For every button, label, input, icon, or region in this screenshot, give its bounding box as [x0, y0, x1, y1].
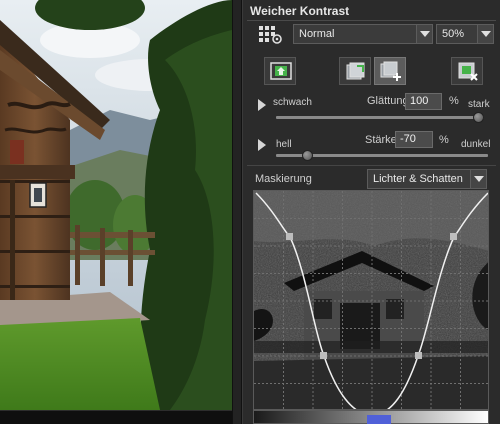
strength-unit: %	[439, 134, 449, 146]
tonal-range-marker[interactable]	[367, 415, 391, 424]
photo-preview	[0, 0, 232, 410]
chevron-down-icon	[416, 25, 432, 43]
smoothing-right-label: stark	[468, 99, 490, 110]
presets-button[interactable]	[256, 24, 288, 46]
grid-presets-icon	[259, 26, 282, 44]
smoothing-slider-track[interactable]	[276, 116, 484, 119]
strength-left-label: hell	[276, 139, 292, 150]
expand-strength-icon[interactable]	[258, 139, 266, 151]
photo-status-strip	[0, 410, 232, 424]
smoothing-label: Glättung	[367, 95, 409, 107]
curve-point[interactable]	[450, 233, 457, 240]
add-layer-button[interactable]	[374, 57, 406, 85]
masking-label: Maskierung	[255, 173, 312, 185]
masking-curve-editor[interactable]	[253, 190, 489, 410]
smoothing-slider-knob[interactable]	[473, 112, 484, 123]
curve-point[interactable]	[415, 352, 422, 359]
strength-label: Stärke	[365, 134, 397, 146]
blend-mode-value: Normal	[299, 28, 335, 40]
chevron-down-icon	[470, 170, 486, 188]
smoothing-left-label: schwach	[273, 97, 312, 108]
export-layer-icon	[346, 62, 365, 80]
title-divider	[247, 20, 496, 21]
export-layer-button[interactable]	[339, 57, 371, 85]
expand-smoothing-icon[interactable]	[258, 99, 266, 111]
opacity-value: 50%	[442, 28, 465, 40]
apply-effect-button[interactable]	[264, 57, 296, 85]
smoothing-unit: %	[449, 95, 459, 107]
masking-divider	[247, 165, 496, 166]
apply-effect-icon	[270, 62, 292, 80]
strength-input[interactable]: -70	[395, 131, 433, 148]
curve-point[interactable]	[286, 233, 293, 240]
strength-slider-knob[interactable]	[301, 150, 313, 161]
curve-point[interactable]	[320, 352, 327, 359]
chevron-down-icon	[477, 25, 493, 43]
delete-layer-button[interactable]	[451, 57, 483, 85]
smoothing-input[interactable]: 100	[405, 93, 442, 110]
add-layer-icon	[380, 61, 401, 81]
masking-mode-value: Lichter & Schatten	[373, 173, 463, 185]
opacity-select[interactable]: 50%	[436, 24, 494, 44]
weicher-kontrast-panel: Weicher Kontrast Normal 50% schwach Glät…	[242, 0, 500, 424]
panel-title: Weicher Kontrast	[250, 4, 350, 18]
delete-layer-icon	[458, 62, 478, 81]
masking-mode-select[interactable]: Lichter & Schatten	[367, 169, 487, 189]
panel-splitter[interactable]	[232, 0, 242, 424]
blend-mode-select[interactable]: Normal	[293, 24, 433, 44]
strength-right-label: dunkel	[461, 139, 491, 150]
